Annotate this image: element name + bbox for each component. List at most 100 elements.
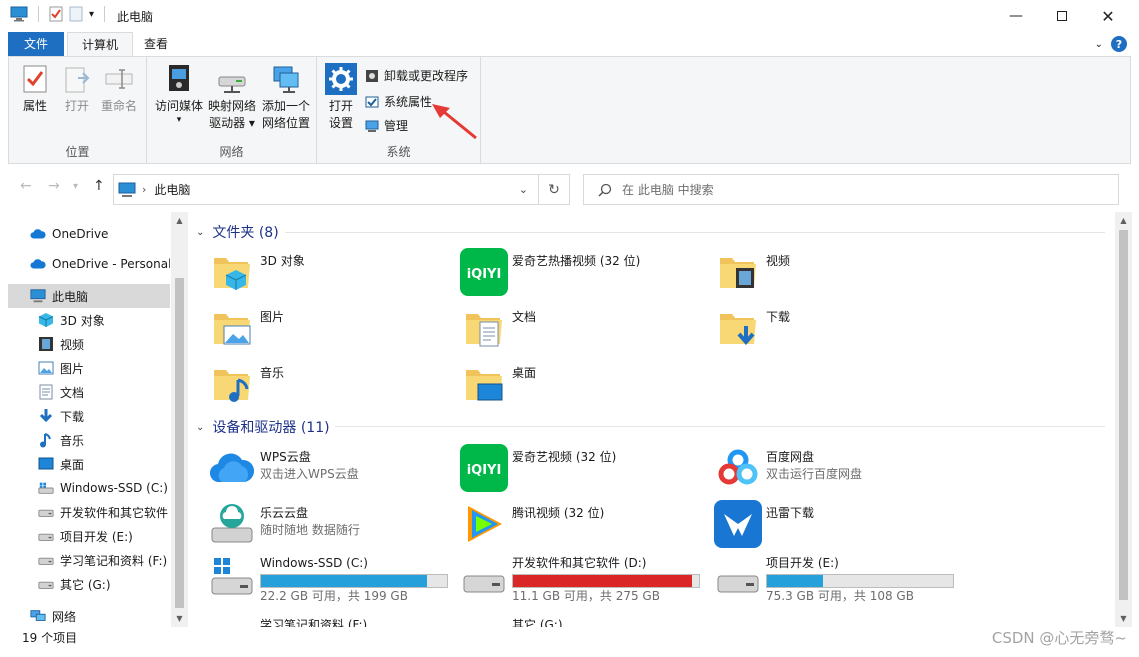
- search-placeholder: 在 此电脑 中搜索: [622, 183, 714, 197]
- rename-icon: [103, 63, 135, 95]
- rename-button[interactable]: 重命名: [99, 63, 139, 115]
- map-network-drive-button[interactable]: 映射网络 驱动器 ▾: [205, 63, 259, 132]
- close-button[interactable]: ✕: [1085, 0, 1131, 32]
- drive-tile-partial[interactable]: 学习笔记和资料 (F:): [260, 616, 367, 627]
- device-tile[interactable]: WPS云盘 双击进入WPS云盘: [208, 444, 458, 496]
- drive-usage-bar: [766, 574, 954, 588]
- folder-tile[interactable]: 桌面: [460, 360, 710, 412]
- access-media-button[interactable]: 访问媒体 ▾: [151, 63, 207, 125]
- breadcrumb[interactable]: 此电脑: [154, 181, 190, 198]
- sidebar-item[interactable]: 视频: [8, 332, 170, 356]
- content-scroll-thumb[interactable]: [1119, 230, 1128, 600]
- tab-computer[interactable]: 计算机: [67, 32, 134, 56]
- breadcrumb-chevron-icon[interactable]: ›: [142, 183, 146, 196]
- drive-tile[interactable]: Windows-SSD (C:) 22.2 GB 可用，共 199 GB: [208, 552, 458, 604]
- folder-tile[interactable]: iQIYI 爱奇艺热播视频 (32 位): [460, 248, 710, 300]
- device-tile[interactable]: 乐云云盘 随时随地 数据随行: [208, 500, 458, 552]
- open-settings-button[interactable]: 打开 设置: [323, 63, 359, 132]
- sidebar-item[interactable]: 其它 (G:): [8, 572, 170, 596]
- sidebar-item[interactable]: 此电脑: [8, 284, 170, 308]
- device-tile[interactable]: 迅雷下载: [714, 500, 964, 552]
- new-folder-icon[interactable]: [69, 6, 83, 22]
- drive-icon: [460, 552, 508, 600]
- search-icon: [598, 183, 612, 197]
- sidebar-item[interactable]: 项目开发 (E:): [8, 524, 170, 548]
- scroll-up-icon[interactable]: ▲: [171, 212, 188, 229]
- recent-locations-chevron-icon[interactable]: ▾: [73, 181, 78, 192]
- help-icon[interactable]: ?: [1111, 36, 1127, 52]
- scroll-up-icon[interactable]: ▲: [1115, 212, 1132, 229]
- iqiyi-icon: iQIYI: [460, 248, 508, 296]
- sidebar-item[interactable]: 下载: [8, 404, 170, 428]
- sidebar-item[interactable]: OneDrive: [8, 222, 170, 246]
- properties-check-icon[interactable]: [49, 6, 63, 22]
- add-network-location-button[interactable]: 添加一个 网络位置: [259, 63, 313, 132]
- minimize-button[interactable]: —: [993, 0, 1039, 32]
- search-input[interactable]: 在 此电脑 中搜索: [583, 174, 1119, 205]
- add-network-location-label: 添加一个: [261, 99, 310, 113]
- manage-button[interactable]: 管理: [364, 117, 408, 134]
- drive-tile[interactable]: 项目开发 (E:) 75.3 GB 可用，共 108 GB: [714, 552, 964, 604]
- folder-tile[interactable]: 下载: [714, 304, 964, 356]
- refresh-button[interactable]: ↻: [539, 174, 570, 205]
- drive-tile-partial[interactable]: 其它 (G:): [512, 616, 563, 627]
- system-properties-button[interactable]: 系统属性: [364, 93, 432, 110]
- devices-section-header[interactable]: ⌄ 设备和驱动器 (11): [196, 417, 330, 437]
- device-tile[interactable]: 腾讯视频 (32 位): [460, 500, 710, 552]
- drive-tile[interactable]: 开发软件和其它软件 (D:) 11.1 GB 可用，共 275 GB: [460, 552, 710, 604]
- ribbon-expand-icon[interactable]: ⌄: [1095, 39, 1103, 50]
- sidebar-item[interactable]: 图片: [8, 356, 170, 380]
- folder-tile[interactable]: 文档: [460, 304, 710, 356]
- device-tile[interactable]: iQIYI 爱奇艺视频 (32 位): [460, 444, 710, 496]
- folder-tile-name: 图片: [260, 310, 285, 324]
- back-arrow-icon[interactable]: ←: [20, 178, 32, 194]
- folder-tile[interactable]: 视频: [714, 248, 964, 300]
- sidebar-item[interactable]: 网络: [8, 604, 170, 627]
- folder-tile[interactable]: 3D 对象: [208, 248, 458, 300]
- chevron-down-icon: ⌄: [196, 421, 205, 433]
- maximize-icon: [1057, 11, 1067, 21]
- sidebar-item[interactable]: Windows-SSD (C:): [8, 476, 170, 500]
- sidebar-item-label: 下载: [60, 409, 85, 424]
- properties-button[interactable]: 属性: [17, 63, 53, 115]
- folder-tile-text: 视频: [766, 248, 790, 270]
- document-icon: [38, 384, 54, 400]
- address-dropdown-icon[interactable]: ⌄: [519, 183, 528, 196]
- navigation-pane-scroll-thumb[interactable]: [175, 278, 184, 608]
- folder-tile-text: 3D 对象: [260, 248, 305, 270]
- sidebar-item[interactable]: 桌面: [8, 452, 170, 476]
- chevron-down-icon[interactable]: ▾: [89, 9, 94, 20]
- folders-section-header[interactable]: ⌄ 文件夹 (8): [196, 222, 279, 242]
- computer-icon[interactable]: [10, 6, 28, 22]
- folder-tile[interactable]: 图片: [208, 304, 458, 356]
- drive-usage-fill: [767, 575, 823, 587]
- sidebar-item[interactable]: 学习笔记和资料 (F:): [8, 548, 170, 572]
- open-settings-label: 打开: [328, 99, 353, 113]
- navigation-pane-scrollbar[interactable]: ▲ ▼: [171, 212, 188, 627]
- scroll-down-icon[interactable]: ▼: [171, 610, 188, 627]
- sidebar-item[interactable]: 文档: [8, 380, 170, 404]
- maximize-button[interactable]: [1039, 0, 1085, 32]
- device-tile[interactable]: 百度网盘 双击运行百度网盘: [714, 444, 964, 496]
- uninstall-programs-button[interactable]: 卸载或更改程序: [364, 67, 468, 84]
- drive-name: 项目开发 (E:): [766, 556, 839, 570]
- scroll-down-icon[interactable]: ▼: [1115, 610, 1132, 627]
- drive-free-space: 75.3 GB 可用，共 108 GB: [766, 589, 914, 603]
- open-button[interactable]: 打开: [59, 63, 95, 115]
- folder-tile[interactable]: 音乐: [208, 360, 458, 412]
- map-network-drive-label-2: 驱动器 ▾: [209, 116, 255, 130]
- tab-view[interactable]: 查看: [130, 32, 182, 56]
- device-tile-name: 爱奇艺视频 (32 位): [512, 450, 617, 464]
- sidebar-item[interactable]: 3D 对象: [8, 308, 170, 332]
- up-arrow-icon[interactable]: ↑: [93, 178, 105, 194]
- add-network-location-label-2: 网络位置: [261, 116, 310, 130]
- computer-icon: [118, 182, 136, 198]
- content-scrollbar[interactable]: ▲ ▼: [1115, 212, 1132, 627]
- tab-file[interactable]: 文件: [8, 32, 64, 56]
- forward-arrow-icon[interactable]: →: [48, 178, 60, 194]
- sidebar-item[interactable]: 音乐: [8, 428, 170, 452]
- address-bar[interactable]: › 此电脑 ⌄: [113, 174, 539, 205]
- sidebar-item[interactable]: 开发软件和其它软件: [8, 500, 170, 524]
- svg-text:iQIYI: iQIYI: [467, 463, 502, 478]
- sidebar-item[interactable]: OneDrive - Personal: [8, 252, 170, 276]
